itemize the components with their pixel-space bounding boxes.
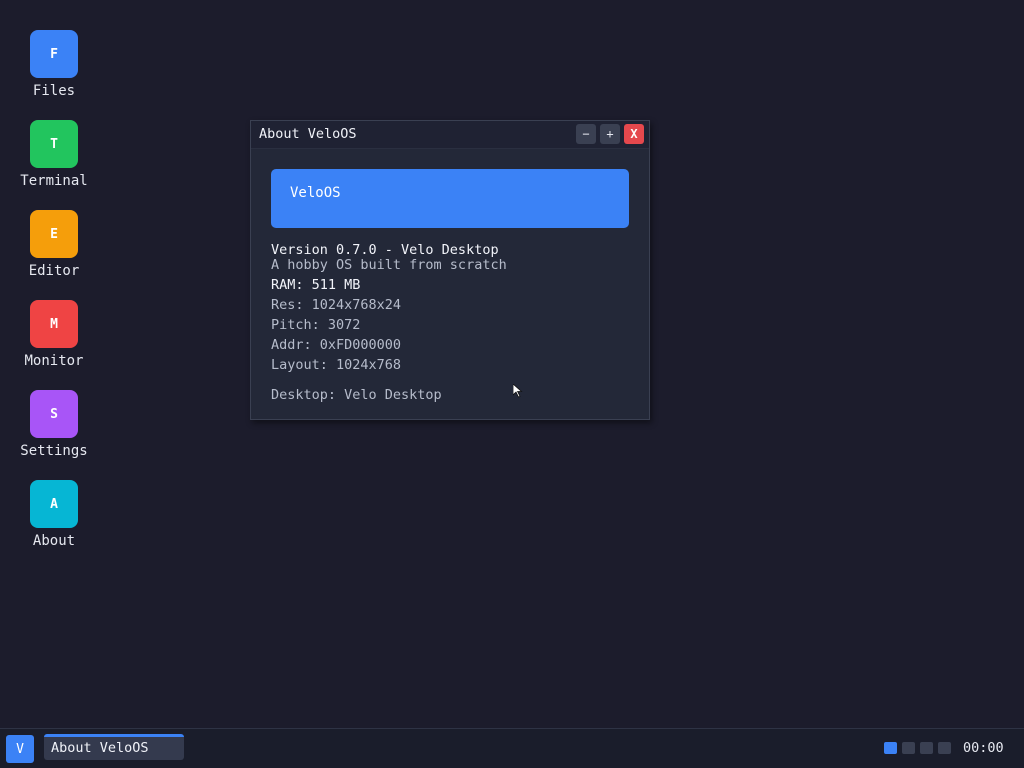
workspace-indicator-3[interactable] <box>920 742 933 754</box>
window-title: About VeloOS <box>259 126 357 142</box>
about-window: About VeloOS − + X VeloOS Version 0.7.0 … <box>250 120 650 420</box>
editor-icon: E <box>30 210 78 258</box>
tagline-text: A hobby OS built from scratch <box>271 257 507 273</box>
maximize-button[interactable]: + <box>600 124 620 144</box>
desktop-icon-label: Monitor <box>24 353 84 369</box>
close-button[interactable]: X <box>624 124 644 144</box>
version-text: Version 0.7.0 - Velo Desktop <box>271 242 499 258</box>
resolution-text: Res: 1024x768x24 <box>271 297 402 313</box>
about-icon: A <box>30 480 78 528</box>
files-icon: F <box>30 30 78 78</box>
taskbar-item-label: About VeloOS <box>51 740 149 756</box>
desktop-icon-files[interactable]: F Files <box>14 30 94 99</box>
desktop-icon-about[interactable]: A About <box>14 480 94 549</box>
ram-text: RAM: 511 MB <box>271 277 361 293</box>
desktop-icon-label: Editor <box>28 263 80 279</box>
desktop-icon-label: Settings <box>20 443 88 459</box>
start-button[interactable]: V <box>6 735 34 763</box>
clock: 00:00 <box>963 740 1004 756</box>
layout-text: Layout: 1024x768 <box>271 357 402 373</box>
minimize-button[interactable]: − <box>576 124 596 144</box>
pitch-text: Pitch: 3072 <box>271 317 361 333</box>
mouse-cursor-icon <box>513 384 523 398</box>
desktop-icon-editor[interactable]: E Editor <box>14 210 94 279</box>
workspace-indicator-1[interactable] <box>884 742 897 754</box>
desktop-icon-label: Terminal <box>20 173 88 189</box>
workspace-indicator-2[interactable] <box>902 742 915 754</box>
settings-icon: S <box>30 390 78 438</box>
banner-os-name: VeloOS <box>290 185 341 201</box>
terminal-icon: T <box>30 120 78 168</box>
taskbar: V About VeloOS 00:00 <box>0 728 1024 768</box>
desktop: F Files T Terminal E Editor M Monitor S … <box>0 0 1024 728</box>
desktop-icon-settings[interactable]: S Settings <box>14 390 94 459</box>
desktop-name-text: Desktop: Velo Desktop <box>271 387 442 403</box>
desktop-icon-label: Files <box>32 83 76 99</box>
desktop-icon-terminal[interactable]: T Terminal <box>14 120 94 189</box>
taskbar-item-about[interactable]: About VeloOS <box>44 734 184 760</box>
workspace-indicator-4[interactable] <box>938 742 951 754</box>
window-titlebar[interactable]: About VeloOS − + X <box>251 121 649 149</box>
os-banner: VeloOS <box>271 169 629 228</box>
monitor-icon: M <box>30 300 78 348</box>
desktop-icon-label: About <box>32 533 76 549</box>
address-text: Addr: 0xFD000000 <box>271 337 402 353</box>
desktop-icon-monitor[interactable]: M Monitor <box>14 300 94 369</box>
